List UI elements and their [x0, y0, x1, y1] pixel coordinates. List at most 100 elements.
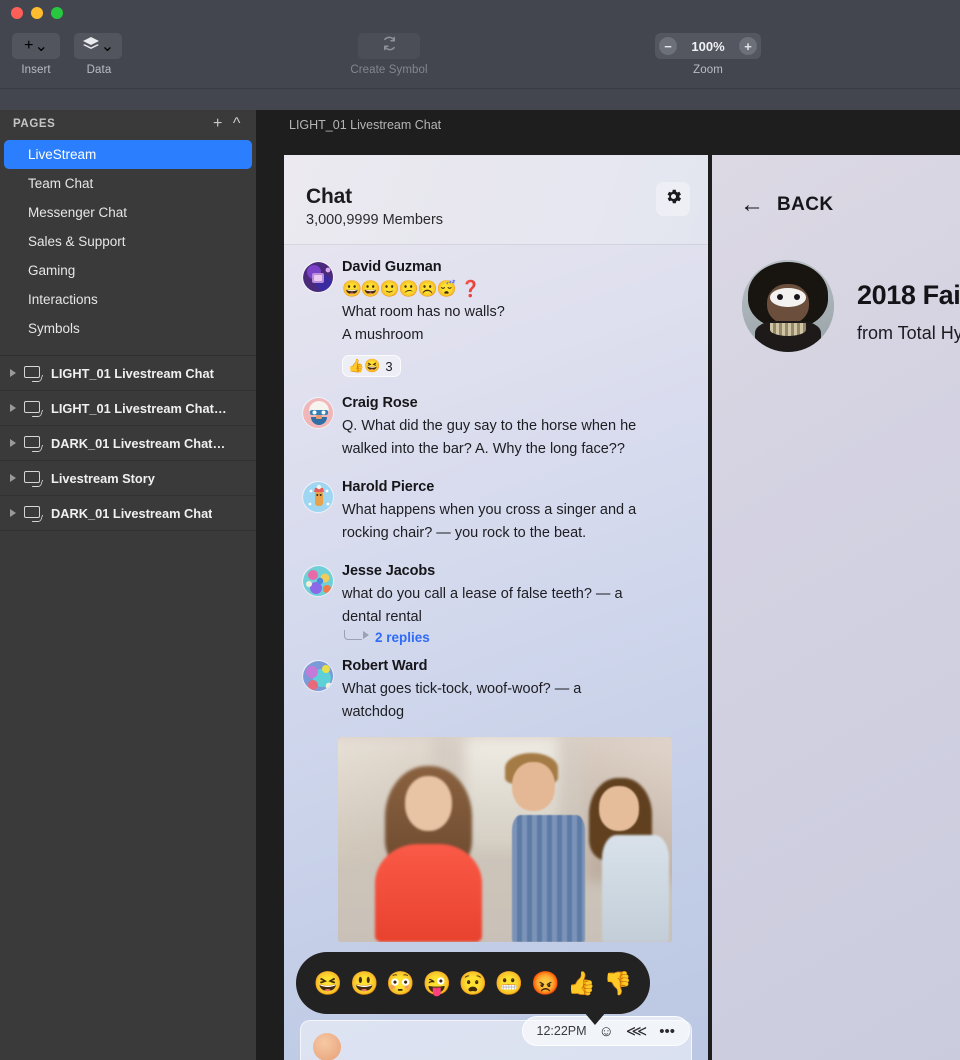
chat-message[interactable]: Jesse Jacobs what do you call a lease of…: [284, 563, 708, 645]
add-reaction-icon[interactable]: ☺: [599, 1024, 614, 1039]
artboard-icon: [24, 471, 43, 486]
avatar[interactable]: [302, 261, 334, 293]
avatar[interactable]: [302, 565, 334, 597]
layer-row[interactable]: DARK_01 Livestream Chat…: [0, 426, 256, 461]
message-line: walked into the bar? A. Why the long fac…: [342, 438, 688, 461]
chat-settings-button[interactable]: [656, 182, 690, 216]
emoji-option[interactable]: 😳: [386, 972, 415, 995]
sidebar-item-interactions[interactable]: Interactions: [0, 285, 256, 314]
collapse-pages-icon[interactable]: ^: [228, 116, 246, 132]
emoji-reaction-picker[interactable]: 😆 😃 😳 😜 😧 😬 😡 👍 👎: [296, 952, 650, 1014]
layer-label: LIGHT_01 Livestream Chat: [51, 366, 214, 381]
message-line: Q. What did the guy say to the horse whe…: [342, 415, 688, 438]
artboard-name-label[interactable]: LIGHT_01 Livestream Chat: [289, 118, 441, 132]
chat-header: Chat 3,000,9999 Members: [284, 155, 708, 245]
disclosure-triangle-icon[interactable]: [10, 439, 16, 447]
layers-icon: [82, 36, 100, 57]
zoom-out-button[interactable]: −: [659, 37, 677, 55]
zoom-in-button[interactable]: +: [739, 37, 757, 55]
message-line: dental rental: [342, 606, 688, 629]
design-canvas[interactable]: LIGHT_01 Livestream Chat Chat 3,000,9999…: [256, 110, 960, 1060]
layer-row[interactable]: LIGHT_01 Livestream Chat…: [0, 391, 256, 426]
chat-member-count: 3,000,9999 Members: [306, 212, 443, 228]
pages-panel-header: PAGES + ^: [0, 110, 256, 138]
emoji-option[interactable]: 😧: [459, 972, 488, 995]
left-sidebar: PAGES + ^ LiveStream Team Chat Messenger…: [0, 110, 256, 1060]
sidebar-item-symbols[interactable]: Symbols: [0, 314, 256, 343]
page-label: LiveStream: [28, 147, 96, 162]
emoji-option[interactable]: 👎: [604, 972, 633, 995]
page-label: Symbols: [28, 321, 80, 336]
app-toolbar: + ⌄ Insert ⌄ Data: [0, 26, 960, 88]
zoom-window-button[interactable]: [51, 7, 63, 19]
layer-label: LIGHT_01 Livestream Chat…: [51, 401, 227, 416]
story-avatar[interactable]: [742, 260, 834, 352]
emoji-option[interactable]: 😡: [531, 972, 560, 995]
zoom-control: − 100% +: [655, 33, 761, 59]
message-image-attachment[interactable]: [338, 737, 672, 942]
zoom-label: Zoom: [655, 64, 761, 76]
reply-icon[interactable]: ⋘: [626, 1024, 647, 1039]
refresh-symbol-icon: [381, 35, 398, 57]
app-window: + ⌄ Insert ⌄ Data: [0, 0, 960, 1060]
layer-row[interactable]: Livestream Story: [0, 461, 256, 496]
chat-message[interactable]: Harold Pierce What happens when you cros…: [284, 479, 708, 545]
message-line: A mushroom: [342, 324, 688, 347]
page-label: Team Chat: [28, 176, 93, 191]
emoji-option[interactable]: 👍: [567, 972, 596, 995]
avatar[interactable]: [302, 660, 334, 692]
disclosure-triangle-icon[interactable]: [10, 369, 16, 377]
message-emoji-row: 😀😀🙂😕☹️😴❓: [342, 279, 688, 299]
sidebar-item-messenger-chat[interactable]: Messenger Chat: [0, 198, 256, 227]
minimize-window-button[interactable]: [31, 7, 43, 19]
disclosure-triangle-icon[interactable]: [10, 404, 16, 412]
chevron-down-icon: ⌄: [101, 36, 114, 56]
toolbar-group-data: ⌄ Data: [74, 33, 124, 76]
message-timestamp: 12:22PM: [537, 1024, 587, 1038]
emoji-option[interactable]: 😜: [422, 972, 451, 995]
insert-button[interactable]: + ⌄: [12, 33, 60, 59]
message-body: What goes tick-tock, woof-woof? — a watc…: [342, 678, 688, 724]
reaction-count: 3: [385, 359, 392, 374]
page-label: Interactions: [28, 292, 98, 307]
avatar[interactable]: [302, 397, 334, 429]
add-page-icon[interactable]: +: [208, 116, 228, 132]
back-button[interactable]: ← BACK: [740, 193, 834, 217]
chat-message[interactable]: Robert Ward What goes tick-tock, woof-wo…: [284, 658, 708, 724]
message-author: Robert Ward: [342, 658, 688, 674]
disclosure-triangle-icon[interactable]: [10, 474, 16, 482]
sidebar-item-gaming[interactable]: Gaming: [0, 256, 256, 285]
sidebar-item-team-chat[interactable]: Team Chat: [0, 169, 256, 198]
create-symbol-button[interactable]: [358, 33, 420, 59]
chat-message[interactable]: David Guzman 😀😀🙂😕☹️😴❓ What room has no w…: [284, 259, 708, 377]
emoji-option[interactable]: 😃: [350, 972, 379, 995]
more-options-icon[interactable]: •••: [659, 1024, 675, 1039]
zoom-level-value[interactable]: 100%: [691, 39, 724, 54]
emoji-option[interactable]: 😬: [495, 972, 524, 995]
thread-replies-link[interactable]: 2 replies: [344, 630, 688, 645]
plus-icon: +: [24, 37, 33, 55]
toolbar-group-insert: + ⌄ Insert: [12, 33, 60, 76]
layer-row[interactable]: LIGHT_01 Livestream Chat: [0, 356, 256, 391]
data-button[interactable]: ⌄: [74, 33, 122, 59]
chat-message[interactable]: Craig Rose Q. What did the guy say to th…: [284, 395, 708, 461]
emoji-sequence: 😀😀🙂😕☹️😴: [342, 281, 456, 298]
layer-row[interactable]: DARK_01 Livestream Chat: [0, 496, 256, 531]
gear-icon: [664, 187, 683, 211]
window-titlebar: [0, 0, 960, 26]
artboard-icon: [24, 436, 43, 451]
message-reaction-badge[interactable]: 👍😆 3: [342, 355, 401, 377]
close-window-button[interactable]: [11, 7, 23, 19]
chat-message-list[interactable]: David Guzman 😀😀🙂😕☹️😴❓ What room has no w…: [284, 245, 708, 942]
data-label: Data: [74, 64, 124, 76]
reaction-emojis: 👍😆: [348, 358, 380, 374]
artboard-icon: [24, 366, 43, 381]
sidebar-item-livestream[interactable]: LiveStream: [4, 140, 252, 169]
avatar[interactable]: [302, 481, 334, 513]
artboard-livestream-story[interactable]: ← BACK 2018 Fair from Total Hyp: [712, 155, 960, 1060]
sidebar-item-sales-support[interactable]: Sales & Support: [0, 227, 256, 256]
message-body: What happens when you cross a singer and…: [342, 499, 688, 545]
emoji-option[interactable]: 😆: [314, 972, 343, 995]
disclosure-triangle-icon[interactable]: [10, 509, 16, 517]
artboard-light01-livestream-chat[interactable]: Chat 3,000,9999 Members: [284, 155, 708, 1060]
